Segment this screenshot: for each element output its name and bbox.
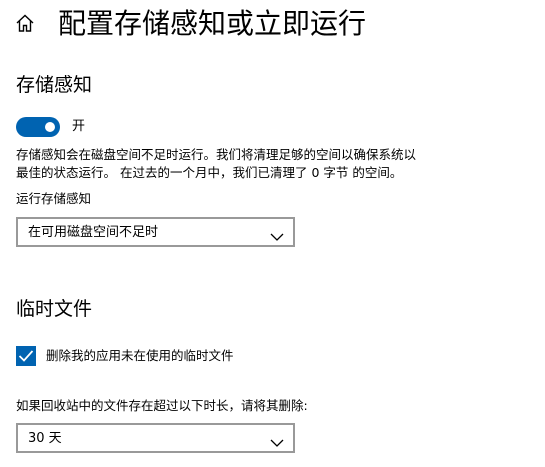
toggle-knob (45, 122, 55, 132)
delete-unused-temp-files-checkbox[interactable] (16, 346, 36, 366)
page-title: 配置存储感知或立即运行 (58, 7, 367, 40)
delete-unused-temp-files-label: 删除我的应用未在使用的临时文件 (46, 348, 234, 363)
chevron-down-icon (270, 227, 284, 241)
run-storage-sense-label: 运行存储感知 (16, 191, 92, 206)
temp-files-heading: 临时文件 (16, 298, 93, 320)
checkmark-icon (18, 350, 34, 362)
chevron-down-icon (270, 433, 284, 447)
storage-sense-description: 存储感知会在磁盘空间不足时运行。我们将清理足够的空间以确保系统以 最佳的状态运行… (16, 146, 486, 182)
run-storage-sense-selected: 在可用磁盘空间不足时 (28, 225, 159, 240)
description-line-1: 存储感知会在磁盘空间不足时运行。我们将清理足够的空间以确保系统以 (16, 147, 417, 162)
storage-sense-heading: 存储感知 (16, 74, 93, 96)
storage-sense-toggle[interactable] (16, 117, 60, 137)
home-icon[interactable] (14, 12, 36, 34)
description-line-2: 最佳的状态运行。 在过去的一个月中，我们已清理了 0 字节 的空间。 (16, 165, 403, 180)
recycle-bin-duration-label: 如果回收站中的文件存在超过以下时长，请将其删除: (16, 398, 308, 413)
toggle-state-label: 开 (72, 119, 86, 134)
recycle-bin-duration-selected: 30 天 (28, 431, 62, 446)
page-header: 配置存储感知或立即运行 (0, 0, 545, 50)
run-storage-sense-dropdown[interactable]: 在可用磁盘空间不足时 (16, 217, 295, 247)
recycle-bin-duration-dropdown[interactable]: 30 天 (16, 423, 295, 453)
